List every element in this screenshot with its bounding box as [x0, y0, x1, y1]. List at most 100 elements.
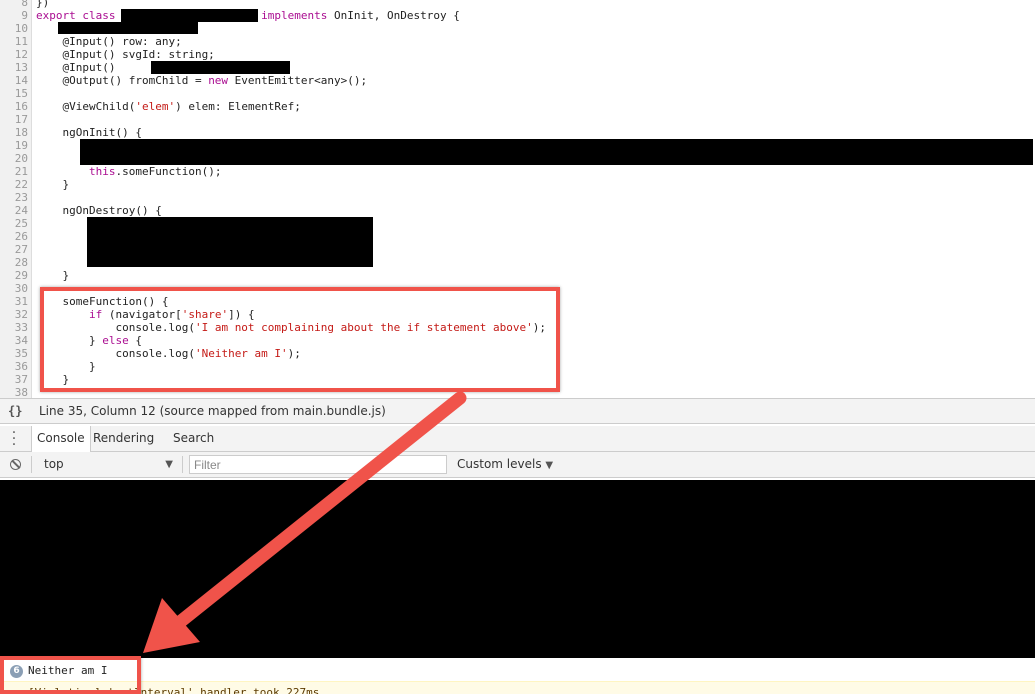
line-number: 24: [14, 204, 28, 217]
code-token: @Input() svgId: string;: [36, 48, 215, 61]
code-line: 18 ngOnInit() {: [0, 126, 1035, 139]
line-number: 28: [14, 256, 28, 269]
tab-rendering[interactable]: Rendering: [88, 426, 159, 451]
tab-console[interactable]: Console: [31, 426, 91, 452]
source-status-bar: {} Line 35, Column 12 (source mapped fro…: [0, 398, 1035, 424]
drawer-tab-bar: · · · Console Rendering Search: [0, 426, 1035, 452]
code-line: 17: [0, 113, 1035, 126]
redacted-block: [121, 9, 258, 22]
code-line: 12 @Input() svgId: string;: [0, 48, 1035, 61]
code-line: 21 this.someFunction();: [0, 165, 1035, 178]
log-levels-dropdown[interactable]: Custom levels ▼: [457, 452, 553, 477]
code-token: }: [36, 269, 70, 282]
line-number: 31: [14, 295, 28, 308]
redacted-block: [58, 22, 198, 34]
code-token: ngOnInit() {: [36, 126, 142, 139]
code-line: 8}): [0, 0, 1035, 9]
code-text: ngOnInit() {: [36, 126, 142, 139]
line-number: 29: [14, 269, 28, 282]
context-selector[interactable]: top ▼: [38, 455, 176, 474]
code-text: @ViewChild('elem') elem: ElementRef;: [36, 100, 301, 113]
console-output[interactable]: 6 Neither am I [Violation] 'setInterval'…: [0, 478, 1035, 694]
redacted-block: [87, 217, 373, 267]
code-token: new: [208, 74, 229, 87]
line-number: 14: [14, 74, 28, 87]
line-number: 37: [14, 373, 28, 386]
code-text: @Output() fromChild = new EventEmitter<a…: [36, 74, 367, 87]
code-token: OnInit, OnDestroy {: [334, 9, 460, 22]
more-vertical-icon[interactable]: · · ·: [11, 426, 17, 452]
code-token: export class: [36, 9, 123, 22]
line-number: 9: [21, 9, 28, 22]
line-number: 8: [21, 0, 28, 9]
clear-console-icon[interactable]: [10, 459, 21, 470]
code-text: @Input() row: any;: [36, 35, 182, 48]
line-number: 10: [14, 22, 28, 35]
line-number: 27: [14, 243, 28, 256]
code-line: 15: [0, 87, 1035, 100]
redacted-block: [80, 139, 1033, 165]
line-number: 32: [14, 308, 28, 321]
code-text: @Input() svgId: string;: [36, 48, 215, 61]
code-text: ngOnDestroy() {: [36, 204, 162, 217]
line-number: 26: [14, 230, 28, 243]
chevron-down-icon: ▼: [545, 460, 554, 471]
code-line: 14 @Output() fromChild = new EventEmitte…: [0, 74, 1035, 87]
code-token: ) elem: ElementRef;: [175, 100, 301, 113]
pretty-print-icon[interactable]: {}: [8, 399, 22, 423]
code-token: t implements: [247, 9, 335, 22]
line-number: 23: [14, 191, 28, 204]
code-text: }: [36, 178, 69, 191]
line-number: 18: [14, 126, 28, 139]
line-number: 33: [14, 321, 28, 334]
line-number: 19: [14, 139, 28, 152]
code-token: @ViewChild(: [36, 100, 136, 113]
code-token: @Input() row: any;: [36, 35, 182, 48]
code-token: @Output() fromChild =: [36, 74, 209, 87]
line-number: 13: [14, 61, 28, 74]
code-text: }): [36, 0, 49, 9]
line-number: 35: [14, 347, 28, 360]
cursor-position-text: Line 35, Column 12 (source mapped from m…: [39, 404, 386, 418]
line-number: 11: [14, 35, 28, 48]
context-value: top: [44, 457, 64, 471]
line-number: 17: [14, 113, 28, 126]
console-violation-message[interactable]: [Violation] 'setInterval' handler took 2…: [0, 681, 1035, 694]
code-line: 11 @Input() row: any;: [0, 35, 1035, 48]
code-text: @Input(): [36, 61, 122, 74]
redacted-console-block: [0, 480, 1035, 658]
line-number: 16: [14, 100, 28, 113]
code-line: 24 ngOnDestroy() {: [0, 204, 1035, 217]
chevron-down-icon: ▼: [165, 459, 173, 470]
code-line: 29 }: [0, 269, 1035, 282]
code-text: this.someFunction();: [36, 165, 221, 178]
line-number: 12: [14, 48, 28, 61]
line-number: 30: [14, 282, 28, 295]
line-number: 20: [14, 152, 28, 165]
annotation-highlight-console: [0, 656, 141, 694]
code-text: }: [36, 269, 69, 282]
code-token: ngOnDestroy() {: [36, 204, 162, 217]
console-message[interactable]: 6 Neither am I: [0, 660, 1035, 682]
code-token: 'elem': [135, 100, 176, 113]
toolbar-divider: [31, 456, 32, 473]
code-token: }): [36, 0, 50, 9]
code-token: this: [88, 165, 116, 178]
code-token: .someFunction();: [115, 165, 222, 178]
filter-input[interactable]: [189, 455, 447, 474]
code-token: @Input(): [36, 61, 123, 74]
annotation-highlight-code: [40, 287, 560, 392]
tab-search[interactable]: Search: [168, 426, 219, 451]
line-number: 34: [14, 334, 28, 347]
toolbar-divider: [182, 456, 183, 473]
code-token: EventEmitter<any>();: [228, 74, 368, 87]
line-number: 21: [14, 165, 28, 178]
code-line: 16 @ViewChild('elem') elem: ElementRef;: [0, 100, 1035, 113]
line-number: 36: [14, 360, 28, 373]
log-levels-label: Custom levels: [457, 457, 542, 471]
line-number: 15: [14, 87, 28, 100]
code-line: 22 }: [0, 178, 1035, 191]
code-line: 23: [0, 191, 1035, 204]
code-token: }: [36, 178, 70, 191]
